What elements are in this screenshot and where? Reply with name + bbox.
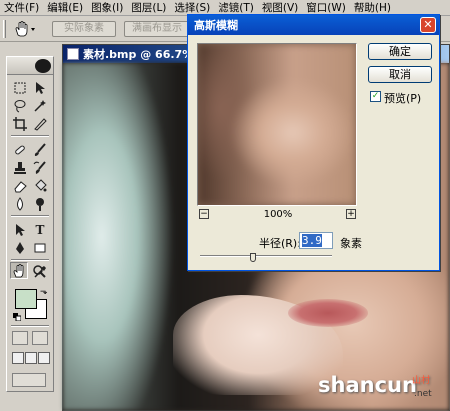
dialog-title: 高斯模糊 [194,19,238,32]
radius-label: 半径(R): [259,237,301,250]
lasso-icon[interactable] [11,97,29,114]
close-icon[interactable]: ✕ [420,17,436,33]
toolbox-divider [11,135,49,137]
fit-screen-button[interactable]: 满画布显示 [124,21,190,37]
radius-slider-track[interactable] [200,255,332,257]
preview-checkbox-label: 预览(P) [384,92,422,105]
quick-mask-button[interactable] [32,331,48,345]
zoom-out-button[interactable]: − [199,209,209,219]
menu-file[interactable]: 文件(F) [4,0,39,15]
slice-icon[interactable] [31,115,49,132]
crop-icon[interactable] [11,115,29,132]
radius-slider-thumb[interactable] [249,253,256,262]
preview-checkbox[interactable]: ✓ [370,91,381,102]
move-icon[interactable] [31,79,49,96]
toolbox: T ⬎ [6,56,54,392]
menu-help[interactable]: 帮助(H) [354,0,391,15]
zoom-icon[interactable] [30,262,48,279]
full-screen-button[interactable] [38,352,50,364]
document-icon [67,48,79,60]
toolbox-divider [11,325,49,327]
zoom-in-button[interactable]: + [346,209,356,219]
swap-colors-icon[interactable]: ⬎ [40,287,48,297]
shape-icon[interactable] [31,239,49,256]
foreground-color-swatch[interactable] [15,289,37,309]
menu-view[interactable]: 视图(V) [262,0,298,15]
zoom-level: 100% [263,209,293,220]
blur-icon[interactable] [11,195,29,212]
ok-button[interactable]: 确定 [368,43,432,60]
pen-icon[interactable] [11,239,29,256]
standard-mode-button[interactable] [12,331,28,345]
jump-to-imageready-button[interactable] [12,373,46,387]
default-colors-icon[interactable] [13,311,22,322]
photoshop-logo-icon [35,59,51,73]
dodge-icon[interactable] [31,195,49,212]
preview-image [198,44,356,205]
cancel-button[interactable]: 取消 [368,66,432,83]
radius-unit: 象素 [340,237,362,250]
menu-filter[interactable]: 滤镜(T) [218,0,254,15]
watermark-sub: 山村 [412,376,431,386]
brush-icon[interactable] [31,141,49,158]
actual-pixels-button[interactable]: 实际象素 [52,21,116,37]
watermark-domain: .net [414,389,432,399]
gaussian-blur-dialog: 高斯模糊 ✕ − 100% + 确定 取消 ✓ 预览(P) 半径(R): 3.9… [187,14,440,271]
full-screen-menu-button[interactable] [25,352,37,364]
history-brush-icon[interactable] [31,159,49,176]
hand-icon[interactable] [12,20,38,38]
menu-window[interactable]: 窗口(W) [306,0,346,15]
dialog-title-bar[interactable]: 高斯模糊 [188,15,439,35]
toolbox-divider [11,215,49,217]
menu-edit[interactable]: 编辑(E) [47,0,83,15]
preview-pane[interactable] [197,43,357,206]
healing-brush-icon[interactable] [11,141,29,158]
marquee-icon[interactable] [11,79,29,96]
watermark-brand: shancun [318,373,417,397]
hand-tool-icon[interactable] [10,262,28,279]
menu-image[interactable]: 图象(I) [91,0,123,15]
canvas-lips-region [288,299,368,327]
radius-value: 3.9 [302,234,322,247]
eraser-icon[interactable] [11,177,29,194]
magic-wand-icon[interactable] [31,97,49,114]
menu-layer[interactable]: 图层(L) [131,0,166,15]
standard-screen-button[interactable] [12,352,24,364]
toolbox-header [7,57,53,75]
path-select-icon[interactable] [11,221,29,238]
options-bar-grip[interactable] [3,20,6,38]
menu-select[interactable]: 选择(S) [174,0,210,15]
site-watermark: shancun 山村 .net [318,373,432,399]
type-icon[interactable]: T [31,221,49,238]
clone-stamp-icon[interactable] [11,159,29,176]
toolbox-divider [11,259,49,261]
radius-input[interactable]: 3.9 [299,232,333,249]
paint-bucket-icon[interactable] [31,177,49,194]
